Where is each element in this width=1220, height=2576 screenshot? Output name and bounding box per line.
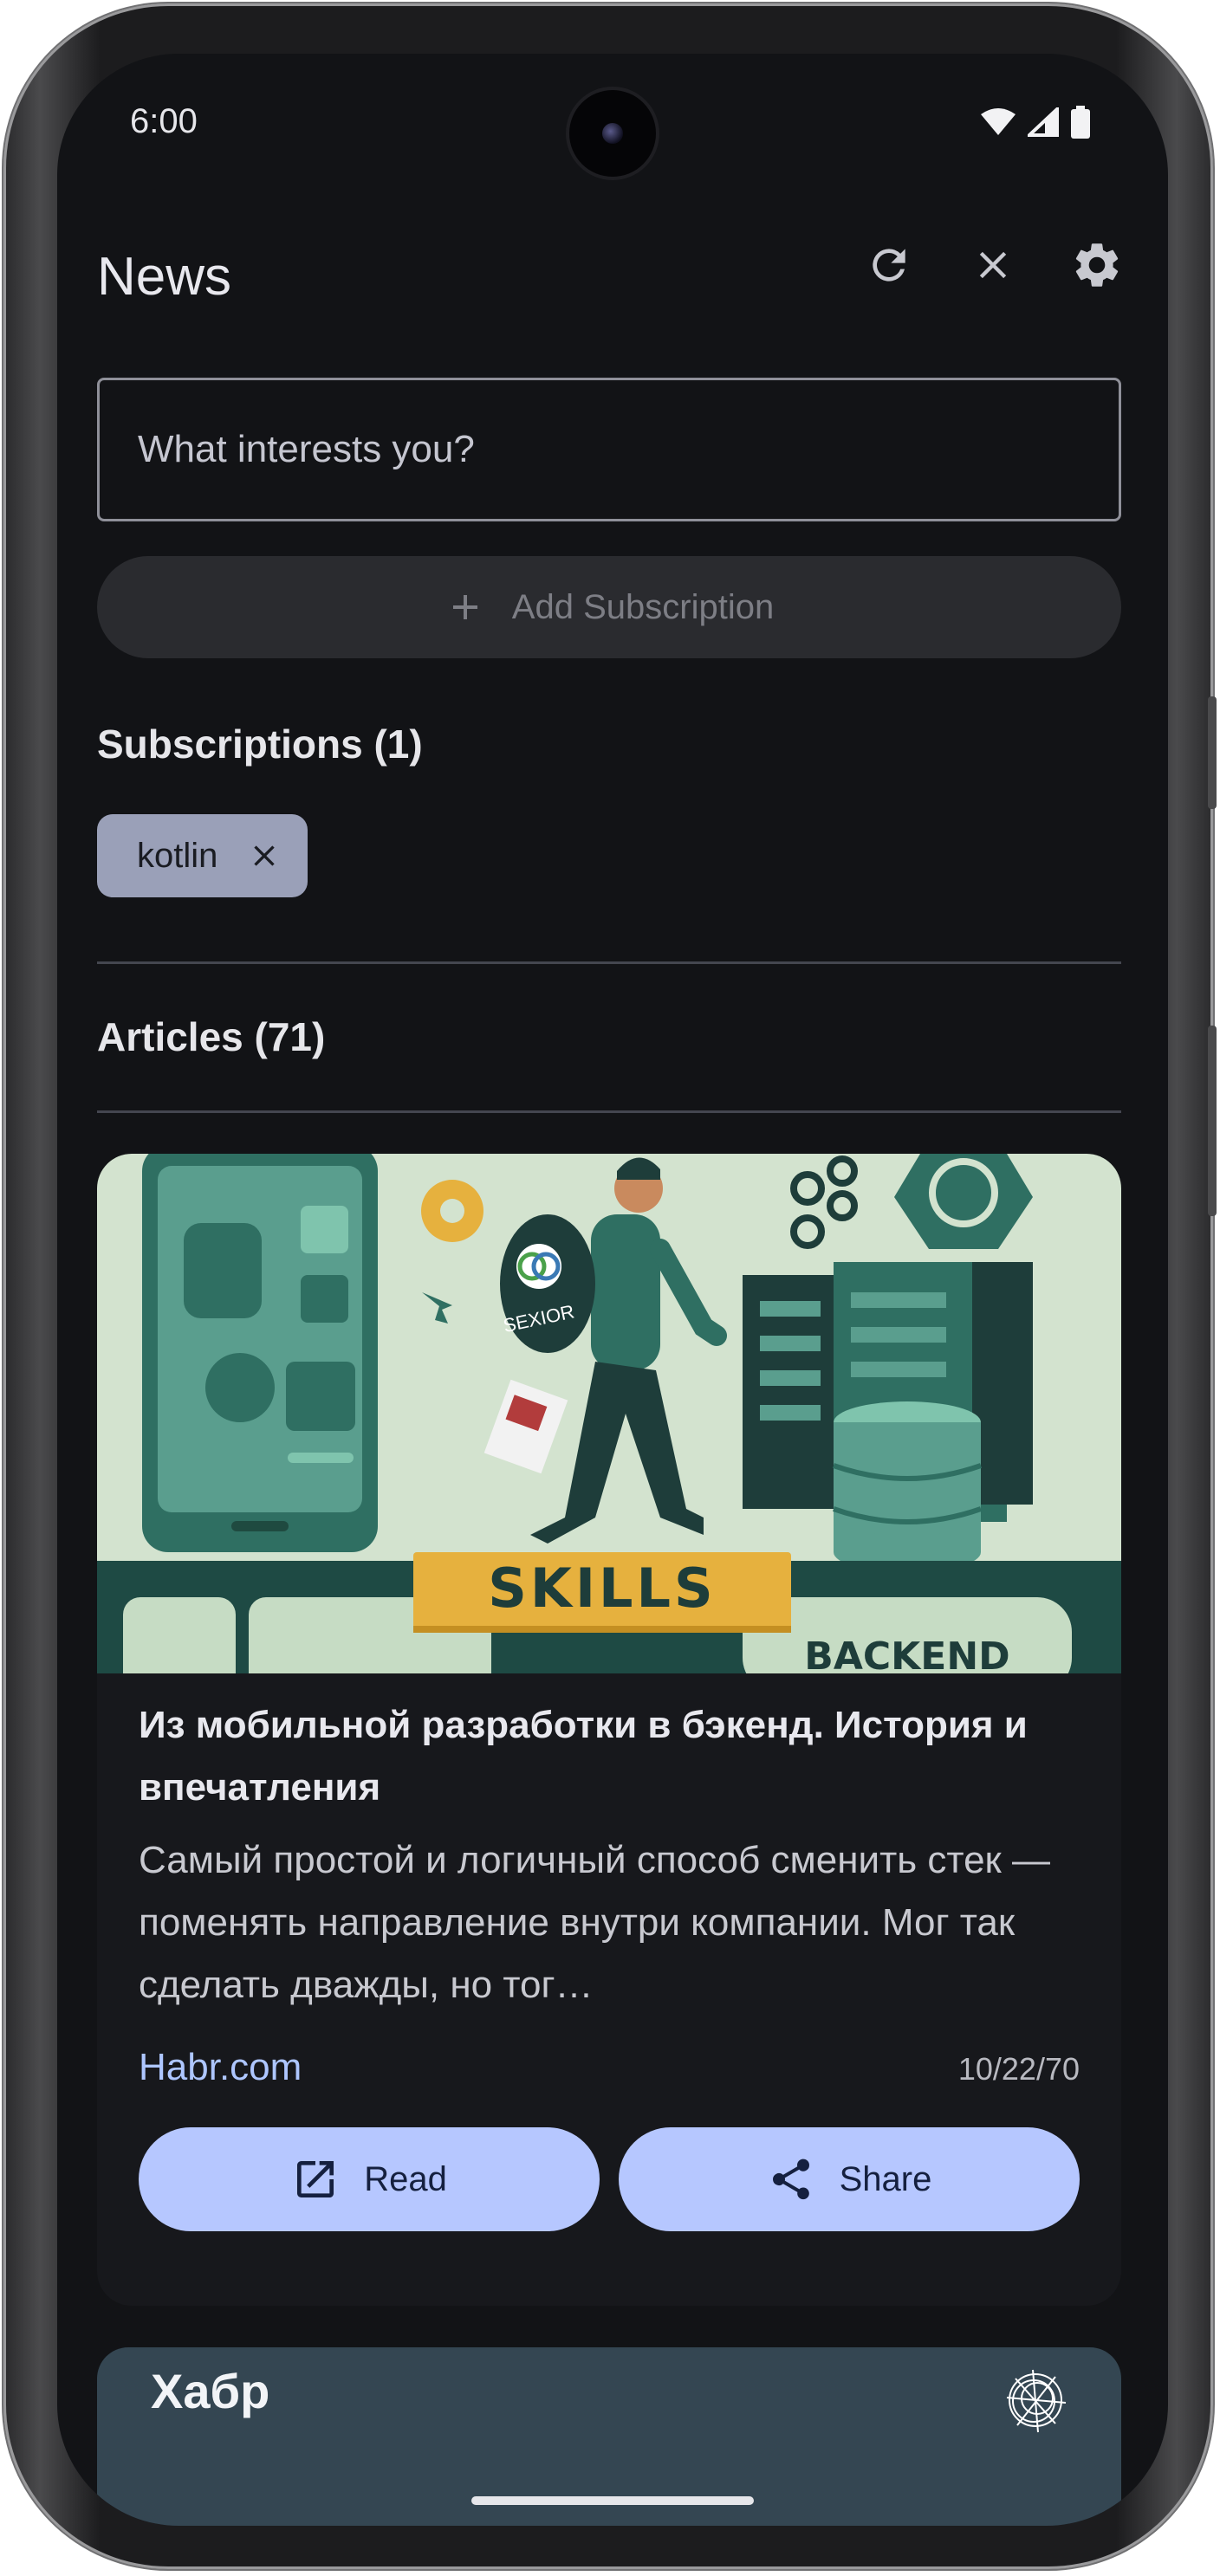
settings-icon: [1075, 243, 1119, 287]
article-card[interactable]: SEXIOR SKILLS BACKEND Из мобильной разра…: [97, 1154, 1121, 2306]
articles-heading: Articles (71): [97, 1014, 326, 1059]
divider: [97, 1110, 1121, 1113]
status-time: 6:00: [130, 102, 198, 140]
front-camera: [569, 90, 656, 177]
skills-text: SKILLS: [488, 1557, 716, 1620]
status-bar: 6:00: [57, 54, 1168, 192]
share-button[interactable]: Share: [619, 2127, 1080, 2231]
read-button[interactable]: Read: [139, 2127, 600, 2231]
volume-button: [1208, 696, 1217, 809]
add-subscription-button[interactable]: Add Subscription: [97, 556, 1121, 658]
article-description: Самый простой и логичный способ сменить …: [139, 1839, 1051, 2006]
search-input[interactable]: [97, 378, 1121, 521]
app-title: News: [97, 247, 232, 307]
share-icon: [772, 2159, 809, 2200]
read-label: Read: [364, 2159, 447, 2198]
backend-text: BACKEND: [804, 1634, 1009, 1673]
top-actions: [856, 232, 1130, 298]
article-source-link[interactable]: Habr.com: [139, 2046, 302, 2089]
subscriptions-heading: Subscriptions (1): [97, 722, 423, 767]
refresh-icon: [873, 249, 905, 282]
share-label: Share: [839, 2159, 932, 2198]
remove-chip-icon[interactable]: [247, 838, 282, 873]
settings-button[interactable]: [1064, 232, 1130, 298]
signal-icon: [1028, 107, 1059, 137]
battery-icon: [1071, 106, 1090, 139]
refresh-button[interactable]: [856, 232, 922, 298]
add-subscription-label: Add Subscription: [511, 587, 775, 626]
plus-icon: [452, 595, 477, 619]
status-icons: [981, 106, 1090, 139]
subscription-chip[interactable]: kotlin: [97, 814, 308, 897]
article-title: Хабр: [151, 2364, 270, 2418]
habr-logo-icon: [1006, 2369, 1067, 2433]
article-image: SEXIOR SKILLS BACKEND: [97, 1154, 1121, 1673]
wifi-icon: [981, 108, 1016, 135]
phone-frame: 6:00 News Add Subscription S: [3, 3, 1217, 2569]
divider: [97, 961, 1121, 964]
power-button: [1208, 1026, 1217, 1216]
home-indicator[interactable]: [471, 2496, 754, 2505]
close-button[interactable]: [960, 232, 1026, 298]
screen: 6:00 News Add Subscription S: [57, 54, 1168, 2526]
article-title: Из мобильной разработки в бэкенд. Истори…: [139, 1704, 1028, 1809]
open-in-new-icon: [297, 2161, 334, 2197]
article-date: 10/22/70: [957, 2051, 1080, 2087]
chip-label: kotlin: [137, 836, 218, 875]
close-icon: [979, 251, 1007, 279]
